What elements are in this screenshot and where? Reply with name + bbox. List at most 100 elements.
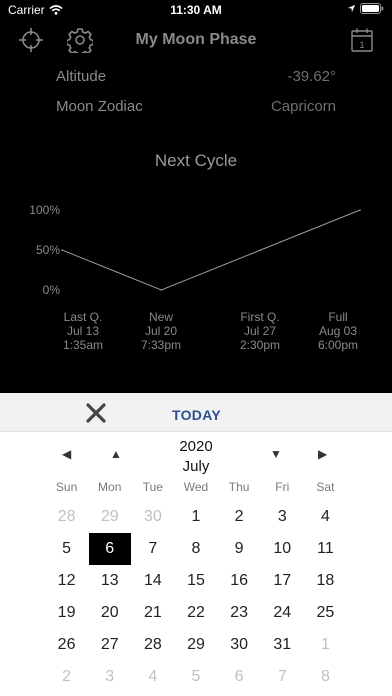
calendar-day-number: 1 (320, 636, 330, 653)
location-arrow-icon (347, 4, 356, 13)
phase-name: Last Q. (63, 310, 103, 324)
calendar-day-number: 6 (88, 533, 131, 565)
weekday-label: Thu (228, 480, 250, 494)
calendar-day[interactable]: 8 (174, 533, 217, 565)
calendar-day-number: 18 (316, 572, 335, 589)
phase-label: Last Q. Jul 13 1:35am (43, 310, 123, 352)
calendar-day[interactable]: 26 (45, 629, 88, 661)
calendar-day-number: 29 (100, 508, 119, 525)
calendar-day[interactable]: 3 (261, 501, 304, 533)
calendar-day[interactable]: 9 (218, 533, 261, 565)
calendar-day[interactable]: 3 (88, 661, 131, 693)
cycle-line (61, 209, 361, 291)
phase-label: First Q. Jul 27 2:30pm (220, 310, 300, 352)
calendar-day[interactable]: 23 (218, 597, 261, 629)
calendar-day[interactable]: 19 (45, 597, 88, 629)
calendar-day[interactable]: 28 (45, 501, 88, 533)
calendar-day[interactable]: 2 (45, 661, 88, 693)
calendar-day[interactable]: 15 (174, 565, 217, 597)
weekday-label: Wed (183, 480, 209, 494)
calendar-day[interactable]: 17 (261, 565, 304, 597)
phase-time: 6:00pm (317, 338, 359, 352)
battery-icon (360, 3, 384, 14)
calendar-grid: 28 29 30 1 2 3 4 5 6 7 8 9 10 11 12 13 14 15 16 17 18 19 20 21 2… (45, 501, 347, 693)
calendar-day[interactable]: 14 (131, 565, 174, 597)
calendar-day[interactable]: 20 (88, 597, 131, 629)
moon-zodiac-label: Moon Zodiac (56, 98, 143, 115)
cycle-point (259, 249, 262, 251)
phase-label: New Jul 20 7:33pm (121, 310, 201, 352)
phase-name: First Q. (240, 310, 280, 324)
phase-label: Full Aug 03 6:00pm (298, 310, 378, 352)
calendar-day[interactable]: 24 (261, 597, 304, 629)
moon-zodiac-row: Moon Zodiac Capricorn (56, 98, 336, 120)
calendar-day-number: 4 (148, 668, 158, 685)
nav-bar: My Moon Phase 1 (0, 22, 392, 60)
calendar-week: 12 13 14 15 16 17 18 (45, 565, 347, 597)
calendar-day[interactable]: 6 (218, 661, 261, 693)
weekday-label: Fri (275, 480, 290, 494)
phase-time: 1:35am (62, 338, 104, 352)
calendar-day[interactable]: 30 (131, 501, 174, 533)
phase-date: Jul 20 (144, 324, 178, 338)
calendar-day[interactable]: 29 (88, 501, 131, 533)
status-right (347, 3, 384, 14)
y-tick-label: 0% (43, 283, 61, 297)
weekday-label: Sun (55, 480, 78, 494)
calendar-day-number: 8 (191, 540, 201, 557)
calendar-day[interactable]: 28 (131, 629, 174, 661)
calendar-day-number: 6 (234, 668, 244, 685)
date-picker: TODAY ◀ ▲ ▼ ▶ 2020 July Sun Mon Tue Wed Thu F… (0, 393, 392, 696)
calendar-day-number: 13 (100, 572, 119, 589)
calendar-day[interactable]: 4 (131, 661, 174, 693)
calendar-day-number: 30 (143, 508, 162, 525)
calendar-day-number: 9 (234, 540, 244, 557)
moon-zodiac-value: Capricorn (270, 98, 336, 115)
calendar-day[interactable]: 4 (304, 501, 347, 533)
calendar-day[interactable]: 1 (174, 501, 217, 533)
weekday-label: Mon (98, 480, 122, 494)
calendar-day-number: 21 (143, 604, 162, 621)
calendar-day-number: 5 (191, 668, 201, 685)
calendar-week: 5 6 7 8 9 10 11 (45, 533, 347, 565)
calendar-day[interactable]: 8 (304, 661, 347, 693)
calendar-day[interactable]: 27 (88, 629, 131, 661)
calendar-day-number: 28 (57, 508, 76, 525)
calendar-day[interactable]: 12 (45, 565, 88, 597)
calendar-day-number: 24 (273, 604, 292, 621)
cycle-point (61, 249, 63, 251)
calendar-day[interactable]: 30 (218, 629, 261, 661)
calendar-day[interactable]: 21 (131, 597, 174, 629)
calendar-day-selected[interactable]: 6 (88, 533, 131, 565)
calendar-day[interactable]: 1 (304, 629, 347, 661)
calendar-day[interactable]: 5 (45, 533, 88, 565)
calendar-day-number: 28 (143, 636, 162, 653)
calendar-day[interactable]: 16 (218, 565, 261, 597)
status-time: 11:30 AM (170, 3, 222, 17)
calendar-day[interactable]: 2 (218, 501, 261, 533)
calendar-icon[interactable]: 1 (350, 27, 374, 53)
calendar-day[interactable]: 29 (174, 629, 217, 661)
calendar-day-number: 2 (234, 508, 244, 525)
calendar-day[interactable]: 25 (304, 597, 347, 629)
calendar-day[interactable]: 31 (261, 629, 304, 661)
close-icon[interactable] (84, 402, 108, 424)
calendar-day[interactable]: 5 (174, 661, 217, 693)
next-cycle-chart: 100% 50% 0% (29, 203, 361, 297)
calendar-day[interactable]: 7 (131, 533, 174, 565)
calendar-day-number: 27 (100, 636, 119, 653)
phase-date: Jul 27 (243, 324, 277, 338)
phase-time: 7:33pm (140, 338, 182, 352)
calendar-day[interactable]: 18 (304, 565, 347, 597)
calendar-year: 2020 (179, 438, 213, 455)
phase-date: Jul 13 (66, 324, 100, 338)
calendar-day[interactable]: 7 (261, 661, 304, 693)
calendar-day-number: 2 (62, 668, 72, 685)
phase-date: Aug 03 (318, 324, 358, 338)
calendar-day-number: 20 (100, 604, 119, 621)
calendar-day[interactable]: 22 (174, 597, 217, 629)
calendar-day[interactable]: 11 (304, 533, 347, 565)
calendar-day[interactable]: 13 (88, 565, 131, 597)
today-button[interactable]: TODAY (172, 407, 221, 423)
calendar-day[interactable]: 10 (261, 533, 304, 565)
